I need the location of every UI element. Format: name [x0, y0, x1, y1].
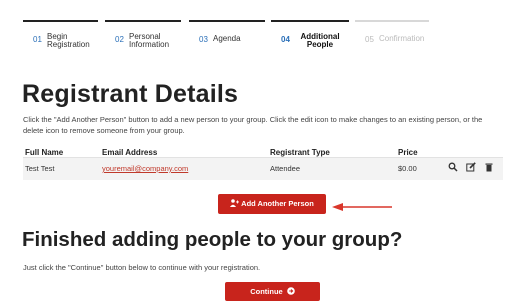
step-number: 02 [115, 35, 124, 44]
page-title: Registrant Details [22, 80, 239, 108]
pointer-arrow-icon [332, 203, 392, 211]
add-another-person-label: Add Another Person [241, 199, 314, 208]
cell-price: $0.00 [398, 164, 417, 173]
intro-text: Click the "Add Another Person" button to… [23, 115, 483, 135]
add-another-person-button[interactable]: Add Another Person [218, 194, 326, 214]
column-header-registrant-type: Registrant Type [270, 148, 330, 157]
cell-email-link[interactable]: youremail@company.com [102, 164, 188, 173]
column-header-full-name: Full Name [25, 148, 64, 157]
view-icon[interactable] [447, 162, 459, 174]
arrow-circle-right-icon [286, 287, 295, 295]
step-confirmation: 05 Confirmation [355, 20, 429, 56]
step-label: Additional People [300, 32, 340, 49]
step-label: Personal Information [129, 32, 170, 49]
column-header-price: Price [398, 148, 418, 157]
step-label: Agenda [213, 34, 241, 43]
edit-icon[interactable] [465, 162, 477, 174]
continue-label: Continue [250, 287, 283, 296]
step-label: Confirmation [379, 34, 425, 43]
step-number: 04 [281, 35, 290, 44]
step-number: 05 [365, 35, 374, 44]
step-personal-information[interactable]: 02 Personal Information [105, 20, 181, 56]
step-additional-people[interactable]: 04 Additional People [271, 20, 349, 56]
step-agenda[interactable]: 03 Agenda [189, 20, 265, 56]
user-plus-icon [230, 199, 240, 207]
registration-steps: 01 Begin Registration 02 Personal Inform… [23, 20, 429, 54]
finished-note: Just click the "Continue" button below t… [23, 263, 261, 272]
cell-full-name: Test Test [25, 164, 55, 173]
continue-button[interactable]: Continue [225, 282, 320, 301]
column-header-email: Email Address [102, 148, 158, 157]
step-label: Begin Registration [47, 32, 90, 49]
step-begin-registration[interactable]: 01 Begin Registration [23, 20, 98, 56]
finished-heading: Finished adding people to your group? [22, 228, 403, 251]
delete-icon[interactable] [483, 162, 495, 174]
step-number: 01 [33, 35, 42, 44]
table-row [23, 157, 503, 180]
step-number: 03 [199, 35, 208, 44]
cell-registrant-type: Attendee [270, 164, 301, 173]
